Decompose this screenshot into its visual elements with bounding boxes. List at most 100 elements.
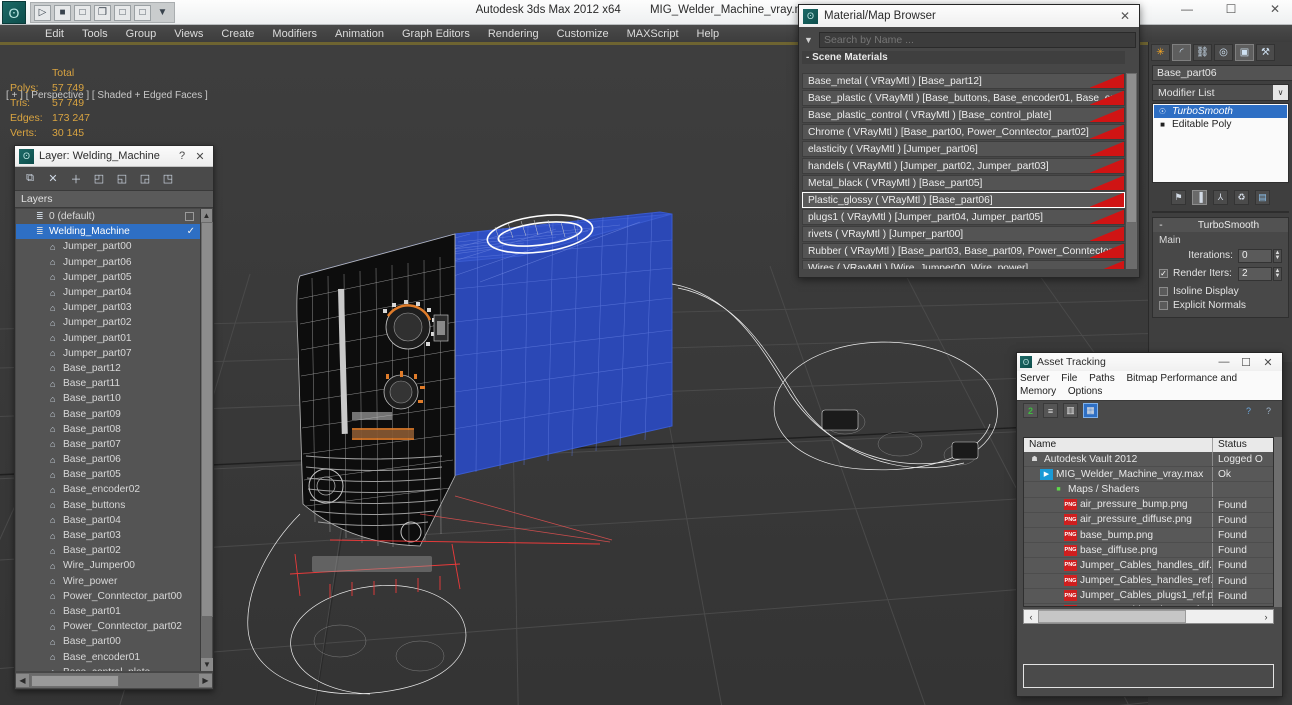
list-view-icon[interactable]: ≡ <box>1043 403 1058 418</box>
layer-list-item[interactable]: ⌂ Base_part04 <box>16 513 200 528</box>
layer-list-hscrollbar[interactable]: ◀ ▶ <box>16 673 212 688</box>
column-header-name[interactable]: Name <box>1024 438 1213 452</box>
hide-unhide-layer-icon[interactable]: ◳ <box>161 172 175 186</box>
menu-item-graph-editors[interactable]: Graph Editors <box>393 25 479 43</box>
modifier-toggle-icon[interactable]: ☉ <box>1157 107 1168 116</box>
object-name-row[interactable] <box>1152 65 1292 81</box>
close-button[interactable]: ✕ <box>1257 356 1279 369</box>
show-end-result-icon[interactable]: ▐ <box>1192 189 1207 205</box>
material-list-item[interactable]: Plastic_glossy ( VRayMtl ) [Base_part06] <box>802 192 1125 208</box>
scroll-left-icon[interactable]: ‹ <box>1024 612 1038 622</box>
object-name-input[interactable] <box>1152 65 1292 81</box>
render-iters-value[interactable]: 2 <box>1238 266 1272 281</box>
layer-list-item[interactable]: ⌂ Base_part07 <box>16 437 200 452</box>
layer-list-item[interactable]: ⌂ Base_part06 <box>16 452 200 467</box>
hscroll-thumb[interactable] <box>31 674 119 687</box>
help-icon[interactable]: ? <box>1241 403 1256 418</box>
layer-list-item[interactable]: ⌂ Base_part12 <box>16 361 200 376</box>
menu-item-modifiers[interactable]: Modifiers <box>263 25 326 43</box>
asset-grid[interactable]: Name Status ☗ Autodesk Vault 2012 Logged O… <box>1023 437 1274 607</box>
asset-table-row[interactable]: PNGJumper_Cables_handles_ref.png Found <box>1024 573 1273 589</box>
explicit-normals-checkbox[interactable] <box>1159 300 1168 310</box>
layer-list-item[interactable]: ⌂ Base_part01 <box>16 604 200 619</box>
scroll-down-icon[interactable]: ▼ <box>201 658 213 671</box>
layer-list-item[interactable]: ⌂ Jumper_part02 <box>16 315 200 330</box>
layer-list-item[interactable]: ⌂ Wire_power <box>16 574 200 589</box>
rollout-minimize-icon[interactable]: - <box>1153 220 1169 231</box>
layer-list-vscrollbar[interactable]: ▲ ▼ <box>200 209 213 671</box>
asset-grid-vscrollbar[interactable] <box>1274 437 1282 607</box>
material-list-item[interactable]: elasticity ( VRayMtl ) [Jumper_part06] <box>802 141 1125 157</box>
menu-item-help[interactable]: Help <box>688 25 729 43</box>
modifier-stack-item[interactable]: ■ Editable Poly <box>1154 118 1287 131</box>
add-selection-to-layer-icon[interactable]: ＋ <box>69 172 83 186</box>
material-list[interactable]: Base_metal ( VRayMtl ) [Base_part12] Base… <box>802 73 1125 269</box>
layer-list-item[interactable]: ⌂ Base_part09 <box>16 406 200 421</box>
menu-item-paths[interactable]: Paths <box>1089 373 1115 384</box>
menu-item-views[interactable]: Views <box>165 25 212 43</box>
render-iters-row[interactable]: ✓ Render Iters: 2 ▲ ▼ <box>1159 266 1282 281</box>
asset-table-row[interactable]: ■ Maps / Shaders <box>1024 482 1273 498</box>
modifier-toggle-icon[interactable]: ■ <box>1157 120 1168 129</box>
menu-item-tools[interactable]: Tools <box>73 25 117 43</box>
material-list-item[interactable]: Base_metal ( VRayMtl ) [Base_part12] <box>802 73 1125 89</box>
close-button[interactable]: ✕ <box>1262 2 1288 16</box>
help-icon[interactable]: ? <box>173 150 191 162</box>
asset-grid-header[interactable]: Name Status <box>1024 438 1273 452</box>
layer-list-item[interactable]: ⌂ Jumper_part07 <box>16 346 200 361</box>
hierarchy-tab[interactable]: ⛓ <box>1193 43 1212 61</box>
menu-item-group[interactable]: Group <box>117 25 166 43</box>
bitmap-paths-icon[interactable]: ▥ <box>1063 403 1078 418</box>
menu-item-maxscript[interactable]: MAXScript <box>618 25 688 43</box>
asset-table-row[interactable]: ☗ Autodesk Vault 2012 Logged O <box>1024 452 1273 468</box>
layer-list-item[interactable]: ⌂ Base_part05 <box>16 467 200 482</box>
layer-dialog-toolbar[interactable]: ⧉ ✕ ＋ ◰ ◱ ◲ ◳ <box>15 167 213 191</box>
layer-list-item[interactable]: ⌂ Jumper_part01 <box>16 331 200 346</box>
modifier-stack-toolbar[interactable]: ⚑ ▐ ⅄ ♻ ▤ <box>1152 187 1289 207</box>
layer-list-item[interactable]: ⌂ Jumper_part03 <box>16 300 200 315</box>
asset-tracking-toolbar[interactable]: 2 ≡ ▥ ▦ ? ? <box>1017 400 1282 420</box>
layer-list-item[interactable]: ⌂ Base_part02 <box>16 543 200 558</box>
scroll-right-icon[interactable]: ▶ <box>199 674 212 687</box>
menu-item-rendering[interactable]: Rendering <box>479 25 548 43</box>
menu-item-bitmap-performance[interactable]: Bitmap Performance and Memory <box>1020 373 1237 397</box>
menu-item-server[interactable]: Server <box>1020 373 1049 384</box>
isoline-display-row[interactable]: Isoline Display <box>1159 284 1282 298</box>
grid-view-icon[interactable]: ▦ <box>1083 403 1098 418</box>
material-list-item[interactable]: handels ( VRayMtl ) [Jumper_part02, Jump… <box>802 158 1125 174</box>
make-unique-icon[interactable]: ⅄ <box>1213 189 1228 205</box>
render-iters-checkbox[interactable]: ✓ <box>1159 269 1168 278</box>
asset-table-row[interactable]: PNG air_pressure_diffuse.png Found <box>1024 512 1273 528</box>
select-objects-in-layer-icon[interactable]: ◰ <box>92 172 106 186</box>
layer-list-item[interactable]: ⌂ Jumper_part00 <box>16 239 200 254</box>
modifier-stack-item[interactable]: ☉ TurboSmooth <box>1154 105 1287 118</box>
delete-layer-icon[interactable]: ✕ <box>46 172 60 186</box>
material-list-item[interactable]: Metal_black ( VRayMtl ) [Base_part05] <box>802 175 1125 191</box>
vscroll-thumb[interactable] <box>1126 73 1137 223</box>
material-list-vscrollbar[interactable] <box>1126 73 1137 269</box>
layer-list-item[interactable]: ⌂ Base_part00 <box>16 634 200 649</box>
remove-modifier-icon[interactable]: ♻ <box>1234 189 1249 205</box>
hscroll-thumb[interactable] <box>1038 610 1186 623</box>
layer-list-item[interactable]: ⌂ Power_Conntector_part02 <box>16 619 200 634</box>
maximize-button[interactable]: ☐ <box>1218 2 1244 16</box>
scene-materials-group-header[interactable]: - Scene Materials <box>802 51 1125 64</box>
layer-list-item[interactable]: ⌂ Power_Conntector_part00 <box>16 589 200 604</box>
command-panel-tabs[interactable]: ✳ ◜ ⛓ ◎ ▣ ⚒ <box>1149 42 1292 62</box>
configure-modifier-sets-icon[interactable]: ▤ <box>1255 189 1270 205</box>
material-list-item[interactable]: rivets ( VRayMtl ) [Jumper_part00] <box>802 226 1125 242</box>
layer-dialog[interactable]: ʘ Layer: Welding_Machine ? ✕ ⧉ ✕ ＋ ◰ ◱ ◲… <box>14 145 214 690</box>
material-list-item[interactable]: Wires ( VRayMtl ) [Wire_Jumper00, Wire_p… <box>802 260 1125 269</box>
chevron-down-icon[interactable]: ∨ <box>1273 85 1288 100</box>
asset-table-row[interactable]: PNGJumper_Cables_handles_dif.png Found <box>1024 558 1273 574</box>
scroll-right-icon[interactable]: › <box>1259 612 1273 622</box>
turbosmooth-rollout[interactable]: - TurboSmooth Main Iterations: 0 ▲ ▼ ✓ Re… <box>1152 217 1289 318</box>
material-list-item[interactable]: Rubber ( VRayMtl ) [Base_part03, Base_pa… <box>802 243 1125 259</box>
column-header-status[interactable]: Status <box>1213 438 1273 452</box>
scroll-left-icon[interactable]: ◀ <box>16 674 29 687</box>
vault-icon[interactable]: 2 <box>1023 403 1038 418</box>
minimize-button[interactable]: — <box>1213 356 1235 368</box>
layer-list-item[interactable]: ⌂ Base_part03 <box>16 528 200 543</box>
scroll-up-icon[interactable]: ▲ <box>201 209 212 222</box>
menu-item-file[interactable]: File <box>1061 373 1077 384</box>
